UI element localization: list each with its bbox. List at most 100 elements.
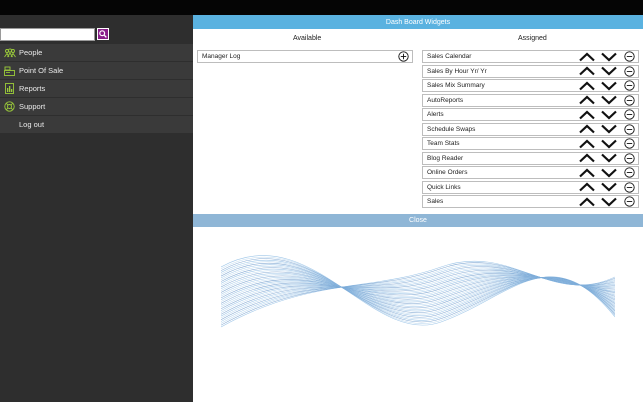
search-button[interactable]: [97, 28, 109, 40]
close-button[interactable]: Close: [193, 214, 643, 227]
remove-widget-button[interactable]: [620, 94, 638, 106]
move-up-button[interactable]: [576, 94, 598, 106]
chevron-down-icon: [601, 139, 617, 149]
move-up-button[interactable]: [576, 152, 598, 164]
move-up-button[interactable]: [576, 51, 598, 63]
chevron-down-icon: [601, 153, 617, 163]
assigned-widget-row: AutoReports: [422, 93, 639, 107]
chevron-down-icon: [601, 168, 617, 178]
remove-widget-button[interactable]: [620, 109, 638, 121]
move-down-button[interactable]: [598, 196, 620, 208]
widget-name: Team Stats: [427, 140, 460, 147]
remove-widget-button[interactable]: [620, 123, 638, 135]
chevron-down-icon: [601, 124, 617, 134]
sidebar-item-support[interactable]: Support: [0, 98, 193, 115]
move-up-button[interactable]: [576, 123, 598, 135]
remove-widget-button[interactable]: [620, 138, 638, 150]
chevron-down-icon: [601, 95, 617, 105]
sidebar-item-reports[interactable]: Reports: [0, 80, 193, 97]
move-up-button[interactable]: [576, 80, 598, 92]
move-down-button[interactable]: [598, 65, 620, 77]
assigned-widget-row: Sales Mix Summary: [422, 79, 639, 92]
search-input[interactable]: [0, 28, 95, 41]
widget-name: AutoReports: [427, 96, 464, 104]
chevron-up-icon: [579, 153, 595, 163]
sidebar-item-log-out[interactable]: Log out: [0, 116, 193, 133]
remove-widget-button[interactable]: [620, 181, 638, 193]
move-down-button[interactable]: [598, 152, 620, 164]
remove-widget-button[interactable]: [620, 167, 638, 179]
chevron-up-icon: [579, 182, 595, 192]
move-up-button[interactable]: [576, 167, 598, 179]
remove-circle-icon: [623, 94, 635, 106]
chevron-up-icon: [579, 51, 595, 61]
move-up-button[interactable]: [576, 109, 598, 121]
remove-widget-button[interactable]: [620, 152, 638, 164]
chevron-up-icon: [579, 124, 595, 134]
chevron-up-icon: [579, 80, 595, 90]
move-down-button[interactable]: [598, 94, 620, 106]
widget-name: Alerts: [427, 111, 444, 118]
add-widget-button[interactable]: [394, 51, 412, 63]
move-up-button[interactable]: [576, 181, 598, 193]
sidebar-item-label: People: [19, 48, 43, 57]
move-down-button[interactable]: [598, 123, 620, 135]
move-down-button[interactable]: [598, 80, 620, 92]
remove-circle-icon: [623, 123, 635, 135]
remove-circle-icon: [623, 196, 635, 207]
remove-circle-icon: [623, 109, 635, 120]
remove-widget-button[interactable]: [620, 80, 638, 92]
assigned-widget-row: Online Orders: [422, 166, 639, 179]
add-circle-icon: [397, 51, 409, 62]
widget-name: Online Orders: [427, 169, 468, 176]
assigned-list: Sales Calendar Sales By Hour Yr/ Yr Sales …: [422, 50, 639, 210]
move-down-button[interactable]: [598, 109, 620, 121]
widget-name: Quick Links: [427, 183, 461, 191]
assigned-widget-row: Alerts: [422, 108, 639, 121]
remove-circle-icon: [623, 80, 635, 91]
move-up-button[interactable]: [576, 196, 598, 208]
move-up-button[interactable]: [576, 138, 598, 150]
move-up-button[interactable]: [576, 65, 598, 77]
widgets-title: Dash Board Widgets: [193, 15, 643, 29]
widget-name: Manager Log: [202, 53, 241, 60]
widget-name: Sales Mix Summary: [427, 82, 485, 89]
sidebar-nav: People Point Of Sale Reports Support Log…: [0, 44, 193, 134]
remove-circle-icon: [623, 51, 635, 62]
app-window: People Point Of Sale Reports Support Log…: [0, 0, 643, 402]
remove-widget-button[interactable]: [620, 65, 638, 77]
remove-circle-icon: [623, 181, 635, 193]
wave-line: [221, 270, 615, 310]
move-down-button[interactable]: [598, 138, 620, 150]
available-widget-row: Manager Log: [197, 50, 413, 63]
available-heading: Available: [293, 35, 322, 42]
remove-circle-icon: [623, 167, 635, 178]
move-down-button[interactable]: [598, 51, 620, 63]
wave-background-image: [221, 255, 615, 328]
report-icon: [0, 80, 19, 97]
assigned-widget-row: Sales: [422, 195, 639, 208]
assigned-widget-row: Team Stats: [422, 137, 639, 150]
assigned-widget-row: Blog Reader: [422, 151, 639, 165]
sidebar-item-label: Reports: [19, 84, 46, 93]
move-down-button[interactable]: [598, 167, 620, 179]
main-panel: Dash Board Widgets Available Assigned Ma…: [193, 15, 643, 402]
widget-name: Sales: [427, 198, 444, 205]
sidebar-item-people[interactable]: People: [0, 44, 193, 61]
assigned-widget-row: Sales Calendar: [422, 50, 639, 63]
assigned-widget-row: Quick Links: [422, 180, 639, 194]
remove-widget-button[interactable]: [620, 196, 638, 208]
search-row: [0, 28, 193, 42]
chevron-down-icon: [601, 110, 617, 120]
remove-circle-icon: [623, 138, 635, 149]
assigned-widget-row: Sales By Hour Yr/ Yr: [422, 64, 639, 78]
chevron-down-icon: [601, 182, 617, 192]
chevron-up-icon: [579, 138, 595, 148]
sidebar-item-label: Support: [19, 102, 46, 111]
move-down-button[interactable]: [598, 181, 620, 193]
remove-widget-button[interactable]: [620, 51, 638, 63]
people-icon: [0, 44, 19, 61]
assigned-heading: Assigned: [518, 35, 547, 42]
chevron-up-icon: [579, 66, 595, 76]
sidebar-item-point-of-sale[interactable]: Point Of Sale: [0, 62, 193, 79]
